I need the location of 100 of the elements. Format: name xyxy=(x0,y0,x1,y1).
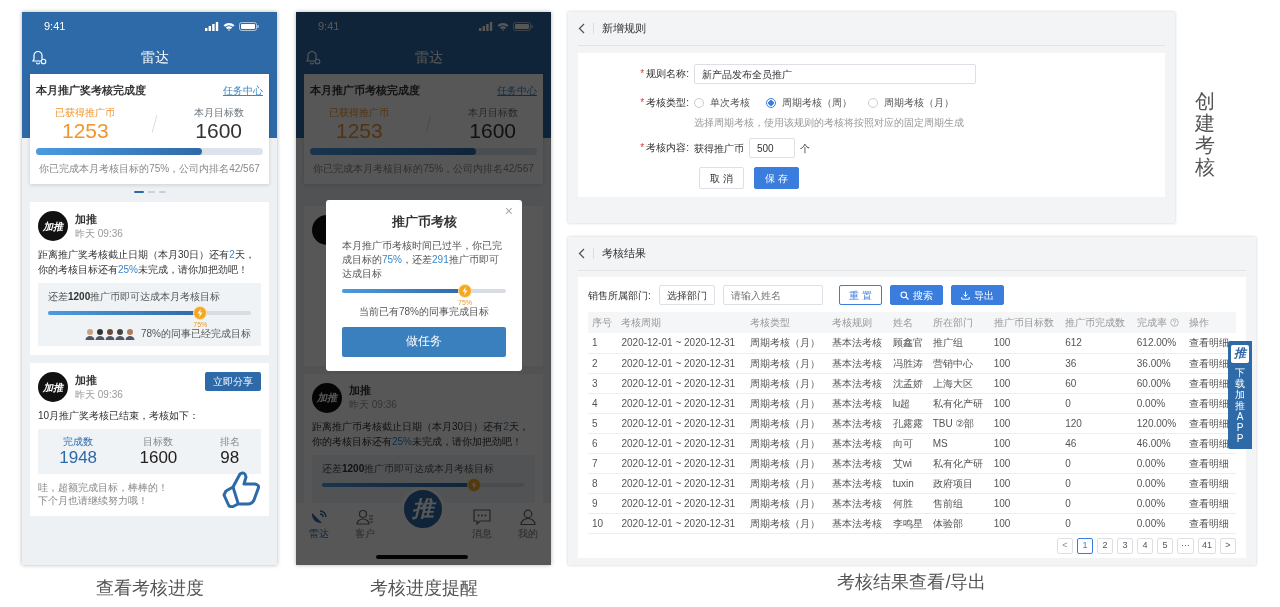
table-cell: 基本法考核 xyxy=(831,477,882,489)
detail-link[interactable]: 查看明细 xyxy=(1189,397,1230,409)
table-cell: 政府项目 xyxy=(932,477,973,489)
card-title: 本月推广奖考核完成度 xyxy=(36,84,146,98)
colleague-stat: 78%的同事已经完成目标 xyxy=(141,327,251,341)
input-field[interactable]: 新产品发布全员推广 xyxy=(694,64,976,84)
table-cell: 艾wi xyxy=(892,457,913,469)
next-page-button[interactable]: > xyxy=(1220,537,1236,554)
page-button[interactable]: 3 xyxy=(1117,537,1133,554)
earned-label: 已获得推广币 xyxy=(55,105,116,119)
do-task-button[interactable]: 做任务 xyxy=(342,326,506,357)
table-cell: 基本法考核 xyxy=(831,377,882,389)
page-button[interactable]: 1 xyxy=(1077,537,1093,554)
page-title: 考核结果 xyxy=(602,246,646,261)
column-header: 推广币目标数 xyxy=(993,317,1054,328)
table-cell: 基本法考核 xyxy=(831,337,882,349)
share-button[interactable]: 立即分享 xyxy=(205,372,261,392)
table-cell: 私有化产研 xyxy=(932,457,983,469)
search-button[interactable]: 搜索 xyxy=(889,285,943,305)
column-header: 所在部门 xyxy=(932,317,973,328)
table-cell: 0 xyxy=(1065,397,1071,409)
brand-avatar: 加推 xyxy=(312,382,342,413)
table-cell: 0 xyxy=(1065,497,1071,509)
table-cell: lu超 xyxy=(892,397,911,409)
page-button[interactable]: 41 xyxy=(1198,537,1216,554)
detail-link[interactable]: 查看明细 xyxy=(1189,457,1230,469)
detail-link[interactable]: 查看明细 xyxy=(1189,437,1230,449)
table-cell: 60 xyxy=(1065,377,1077,389)
page-button[interactable]: 4 xyxy=(1137,537,1153,554)
table-cell: 5 xyxy=(592,417,598,429)
table-cell: 向可 xyxy=(892,437,913,449)
earned-value: 1253 xyxy=(335,118,383,142)
app-logo: 推 xyxy=(1231,345,1249,363)
detail-link[interactable]: 查看明细 xyxy=(1189,417,1230,429)
target-value: 1600 xyxy=(195,118,242,142)
name-search-field[interactable]: 请输入姓名 xyxy=(722,285,823,305)
detail-link[interactable]: 查看明细 xyxy=(1189,477,1230,489)
detail-link[interactable]: 查看明细 xyxy=(1189,377,1230,389)
page-button[interactable]: 2 xyxy=(1097,537,1113,554)
table-cell: 0.00% xyxy=(1136,397,1166,409)
author-name: 加推 xyxy=(75,212,98,227)
page-title: 新增规则 xyxy=(602,21,646,36)
table-cell: 体验部 xyxy=(932,517,963,529)
lightning-badge-icon xyxy=(193,306,208,321)
table-cell: 推广组 xyxy=(932,337,963,349)
filter-label: 销售所属部门: xyxy=(588,288,651,302)
page-button[interactable]: ··· xyxy=(1177,537,1194,554)
download-app-tab[interactable]: 推 下载加推APP xyxy=(1228,341,1252,449)
department-select[interactable]: 选择部门 xyxy=(658,285,715,305)
table-cell: 周期考核（月） xyxy=(749,457,820,469)
stat-label: 排名 xyxy=(219,435,240,449)
detail-link[interactable]: 查看明细 xyxy=(1189,337,1230,349)
save-button[interactable]: 保 存 xyxy=(753,167,799,189)
table-cell: 私有化产研 xyxy=(932,397,983,409)
table-cell: 周期考核（月） xyxy=(749,497,820,509)
wifi-icon xyxy=(223,21,235,31)
detail-link[interactable]: 查看明细 xyxy=(1189,357,1230,369)
field-hint: 选择周期考核，使用该规则的考核将按照对应的固定周期生成 xyxy=(694,116,964,129)
reset-button[interactable]: 重 置 xyxy=(838,285,882,305)
table-cell: 周期考核（月） xyxy=(749,417,820,429)
table-cell: 李鸣星 xyxy=(892,517,923,529)
side-caption: 创建考核 xyxy=(1195,90,1215,178)
table-cell: 周期考核（月） xyxy=(749,377,820,389)
export-button[interactable]: 导出 xyxy=(950,285,1004,305)
back-icon[interactable] xyxy=(578,23,585,34)
table-cell: 2020-12-01 ~ 2020-12-31 xyxy=(621,357,736,369)
radio-option[interactable]: 周期考核（周） xyxy=(766,93,852,113)
status-time: 9:41 xyxy=(44,18,66,34)
screen-title: 雷达 xyxy=(140,47,169,67)
column-header: 完成率 xyxy=(1136,316,1179,329)
table-cell: 2020-12-01 ~ 2020-12-31 xyxy=(621,337,736,349)
status-time: 9:41 xyxy=(318,18,340,34)
input-field[interactable]: 500 xyxy=(749,138,795,158)
table-cell: 孔露露 xyxy=(892,417,923,429)
table-cell: 0.00% xyxy=(1136,497,1166,509)
lightning-badge-icon xyxy=(458,283,472,298)
table-cell: 基本法考核 xyxy=(831,357,882,369)
detail-link[interactable]: 查看明细 xyxy=(1189,497,1230,509)
cancel-button[interactable]: 取 消 xyxy=(699,167,744,189)
detail-link[interactable]: 查看明细 xyxy=(1189,517,1230,529)
chat-bubble-icon xyxy=(472,509,491,525)
dialog-title: 推广币考核 xyxy=(390,214,458,231)
radio-option[interactable]: 周期考核（月） xyxy=(868,93,954,113)
field-prefix: 获得推广币 xyxy=(694,141,744,155)
table-cell: 36 xyxy=(1065,357,1077,369)
table-cell: 46.00% xyxy=(1136,437,1171,449)
table-cell: 10 xyxy=(592,517,604,529)
table-cell: 周期考核（月） xyxy=(749,477,820,489)
back-icon[interactable] xyxy=(578,248,585,259)
column-header: 姓名 xyxy=(892,317,913,328)
colleague-avatars-drawing xyxy=(85,327,135,340)
target-value: 1600 xyxy=(469,118,516,142)
task-center-link[interactable]: 任务中心 xyxy=(223,84,263,98)
field-label: 规则名称: xyxy=(646,68,689,79)
wifi-icon xyxy=(497,21,509,31)
table-cell: 2 xyxy=(592,357,598,369)
table-cell: 100 xyxy=(993,477,1011,489)
table-cell: 2020-12-01 ~ 2020-12-31 xyxy=(621,417,736,429)
radio-option[interactable]: 单次考核 xyxy=(694,93,750,113)
page-button[interactable]: 5 xyxy=(1157,537,1173,554)
